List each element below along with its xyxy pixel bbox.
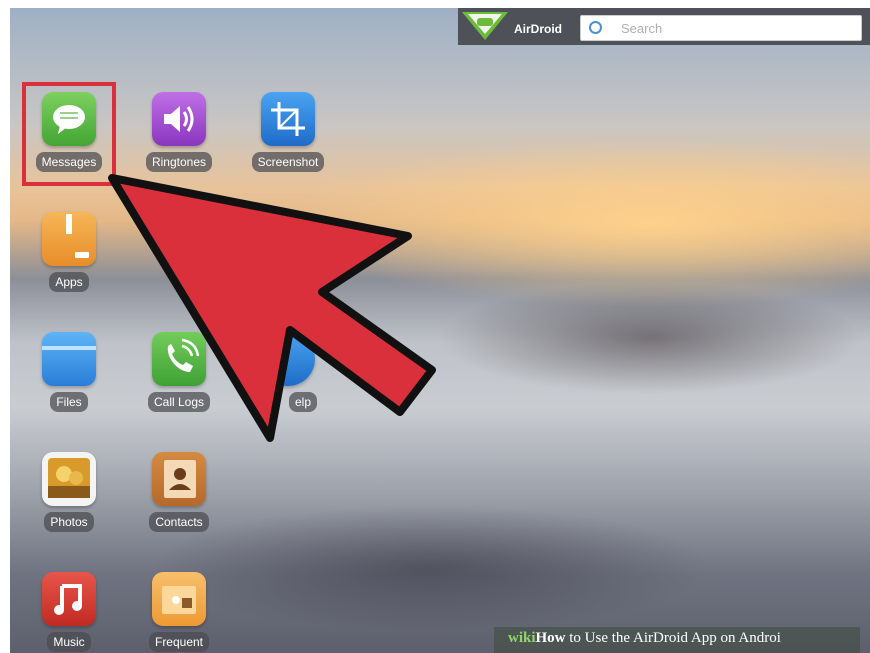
watermark-wiki: wiki bbox=[508, 630, 536, 646]
watermark-how: How bbox=[535, 630, 566, 646]
watermark: wikiHow to Use the AirDroid App on Andro… bbox=[508, 630, 781, 647]
annotation-arrow-icon bbox=[108, 174, 436, 442]
watermark-text: to Use the AirDroid App on Androi bbox=[565, 630, 781, 646]
